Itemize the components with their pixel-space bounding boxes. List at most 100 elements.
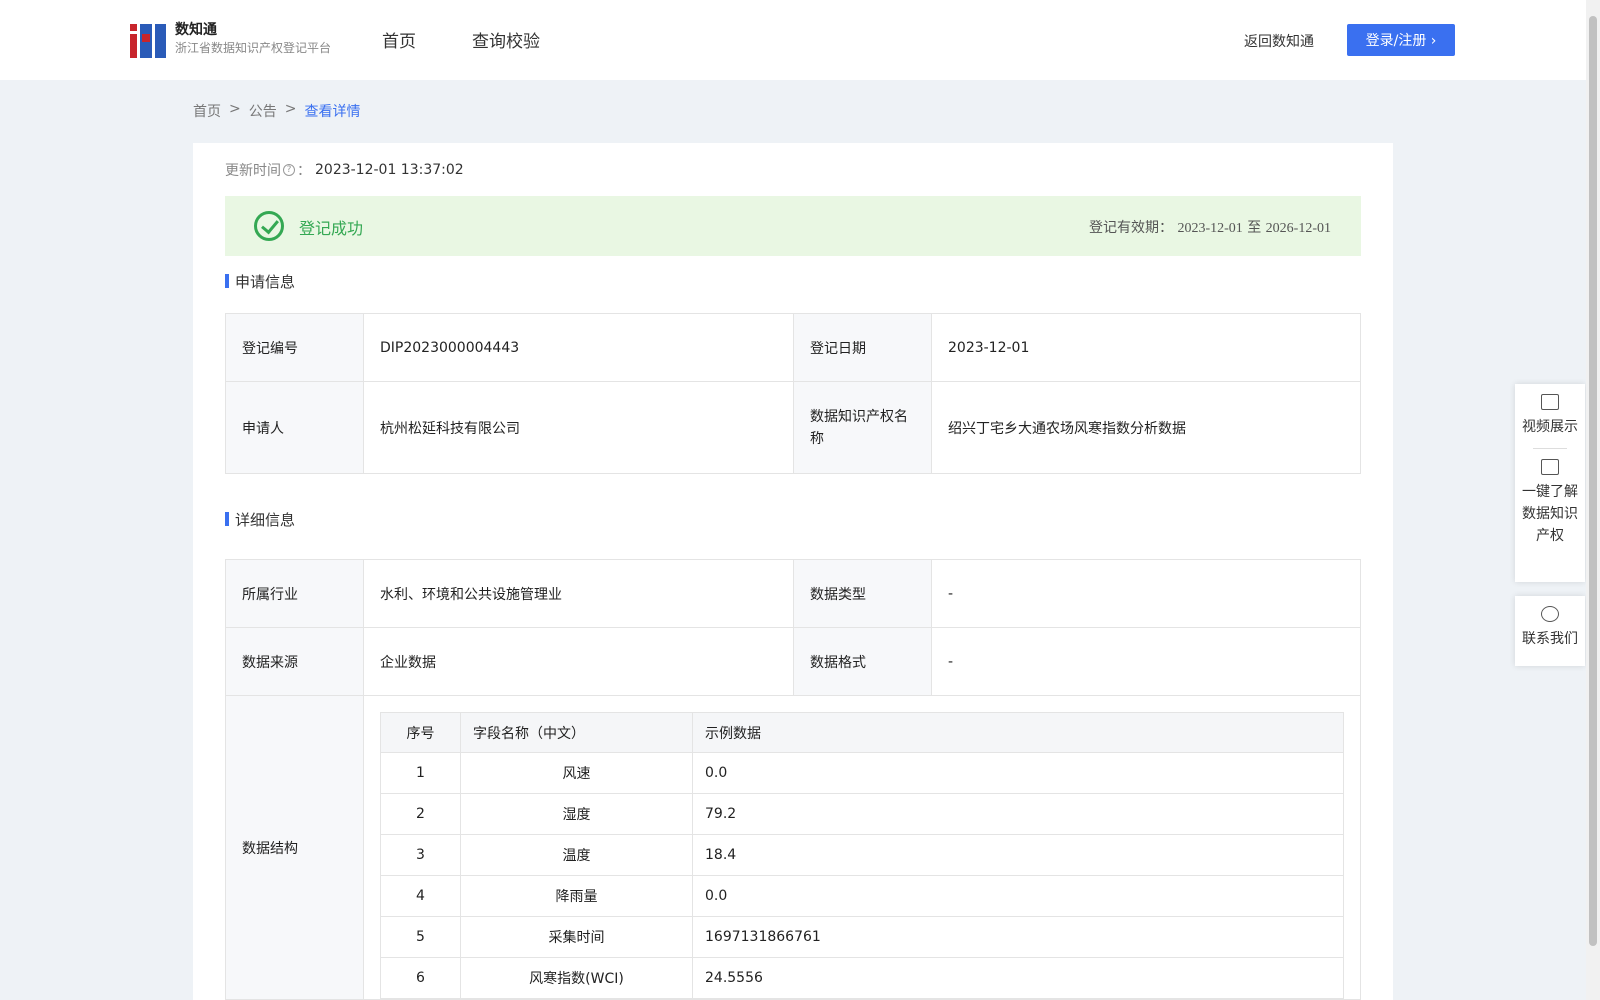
video-showcase-label: 视频展示 [1522,419,1578,435]
data-type-value: - [931,559,1361,628]
learn-ip-label-line2: 数据知识 [1522,506,1578,522]
application-table: 登记编号 DIP2023000004443 登记日期 2023-12-01 申请… [225,313,1361,474]
row-field-name: 风速 [460,752,693,794]
validity-period: 登记有效期： 2023-12-01 至 2026-12-01 [1089,217,1331,237]
industry-value: 水利、环境和公共设施管理业 [363,559,794,628]
scrollbar[interactable] [1586,0,1600,1000]
check-circle-icon [254,211,284,241]
row-index: 1 [380,752,461,794]
row-field-name: 温度 [460,834,693,876]
format-value: - [931,627,1361,696]
row-sample: 79.2 [692,793,1344,835]
reg-no-label: 登记编号 [225,313,364,382]
logo-title: 数知通 [175,22,217,38]
update-time-label: 更新时间 [225,163,281,179]
row-field-name: 采集时间 [460,916,693,958]
row-sample: 18.4 [692,834,1344,876]
update-time-colon: ： [297,163,311,179]
login-register-button[interactable]: 登录/注册 › [1347,24,1455,56]
video-showcase-button[interactable]: 视频展示 [1515,384,1585,436]
contact-us-button[interactable]: 联系我们 [1515,596,1585,648]
row-field-name: 降雨量 [460,875,693,917]
source-value: 企业数据 [363,627,794,696]
row-sample: 0.0 [692,875,1344,917]
structure-table: 序号 字段名称（中文） 示例数据 1 风速 0.0 2 湿度 79.2 3 温度… [380,712,1344,999]
logo[interactable]: 数知通 浙江省数据知识产权登记平台 [130,20,331,58]
col-header-sample: 示例数据 [692,712,1344,753]
nav-home[interactable]: 首页 [382,27,416,52]
table-row: 6 风寒指数(WCI) 24.5556 [380,957,1344,999]
status-banner: 登记成功 登记有效期： 2023-12-01 至 2026-12-01 [225,196,1361,256]
ip-name-label: 数据知识产权名称 [793,381,932,474]
format-label: 数据格式 [793,627,932,696]
reg-date-value: 2023-12-01 [931,313,1361,382]
help-icon[interactable]: ? [283,164,295,176]
structure-header-row: 序号 字段名称（中文） 示例数据 [380,712,1344,753]
learn-ip-label-line1: 一键了解 [1522,484,1578,500]
table-row: 数据结构 序号 字段名称（中文） 示例数据 1 风速 0.0 2 湿度 79.2… [225,695,1361,1000]
section-title-details: 详细信息 [225,509,295,530]
update-time-value: 2023-12-01 13:37:02 [315,162,464,178]
row-field-name: 湿度 [460,793,693,835]
validity-end: 2026-12-01 [1265,221,1331,236]
breadcrumb-current: 查看详情 [304,104,361,120]
row-field-name: 风寒指数(WCI) [460,957,693,999]
row-index: 5 [380,916,461,958]
breadcrumb-notice[interactable]: 公告 [249,101,277,121]
validity-to: 至 [1247,220,1262,236]
table-row: 5 采集时间 1697131866761 [380,916,1344,958]
validity-label: 登记有效期： [1088,220,1173,236]
breadcrumb-separator: > [229,101,241,117]
applicant-value: 杭州松延科技有限公司 [363,381,794,474]
video-icon [1541,394,1559,410]
back-link[interactable]: 返回数知通 [1244,31,1314,51]
structure-label: 数据结构 [225,695,364,1000]
validity-start: 2023-12-01 [1177,221,1243,236]
learn-ip-button[interactable]: 一键了解 数据知识 产权 [1515,449,1585,547]
table-row: 数据来源 企业数据 数据格式 - [225,627,1361,696]
table-row: 1 风速 0.0 [380,752,1344,794]
details-table: 所属行业 水利、环境和公共设施管理业 数据类型 - 数据来源 企业数据 数据格式… [225,559,1361,1000]
learn-ip-label-line3: 产权 [1536,528,1564,544]
source-label: 数据来源 [225,627,364,696]
float-panel-learn: 视频展示 一键了解 数据知识 产权 [1515,384,1585,582]
row-index: 4 [380,875,461,917]
applicant-label: 申请人 [225,381,364,474]
contact-us-label: 联系我们 [1522,631,1578,647]
breadcrumb: 首页 > 公告 > 查看详情 [193,101,360,121]
update-time-row: 更新时间 ? ： 2023-12-01 13:37:02 [225,160,464,180]
col-header-field-name: 字段名称（中文） [460,712,693,753]
table-row: 申请人 杭州松延科技有限公司 数据知识产权名称 绍兴丁宅乡大通农场风寒指数分析数… [225,381,1361,474]
nav-query-verify[interactable]: 查询校验 [472,27,540,52]
breadcrumb-separator: > [284,101,297,117]
reg-date-label: 登记日期 [793,313,932,382]
phone-icon [1541,606,1559,622]
main-nav: 首页 查询校验 [382,27,540,52]
industry-label: 所属行业 [225,559,364,628]
table-row: 登记编号 DIP2023000004443 登记日期 2023-12-01 [225,313,1361,382]
detail-card: 更新时间 ? ： 2023-12-01 13:37:02 登记成功 登记有效期：… [193,143,1393,1000]
section-title-application: 申请信息 [225,271,295,292]
breadcrumb-home[interactable]: 首页 [193,101,221,121]
book-icon [1541,459,1559,475]
table-row: 3 温度 18.4 [380,834,1344,876]
ip-name-value: 绍兴丁宅乡大通农场风寒指数分析数据 [931,381,1361,474]
row-index: 2 [380,793,461,835]
float-panel-contact: 联系我们 [1515,596,1585,666]
table-row: 4 降雨量 0.0 [380,875,1344,917]
logo-subtitle: 浙江省数据知识产权登记平台 [175,41,332,55]
scrollbar-thumb[interactable] [1589,16,1597,946]
row-index: 3 [380,834,461,876]
row-sample: 24.5556 [692,957,1344,999]
table-row: 2 湿度 79.2 [380,793,1344,835]
top-navbar: 数知通 浙江省数据知识产权登记平台 首页 查询校验 返回数知通 登录/注册 › [0,0,1586,80]
row-sample: 1697131866761 [692,916,1344,958]
row-index: 6 [380,957,461,999]
logo-mark-icon [130,20,166,58]
col-header-index: 序号 [380,712,461,753]
row-sample: 0.0 [692,752,1344,794]
data-type-label: 数据类型 [793,559,932,628]
reg-no-value: DIP2023000004443 [363,313,794,382]
status-text: 登记成功 [299,219,364,238]
table-row: 所属行业 水利、环境和公共设施管理业 数据类型 - [225,559,1361,628]
